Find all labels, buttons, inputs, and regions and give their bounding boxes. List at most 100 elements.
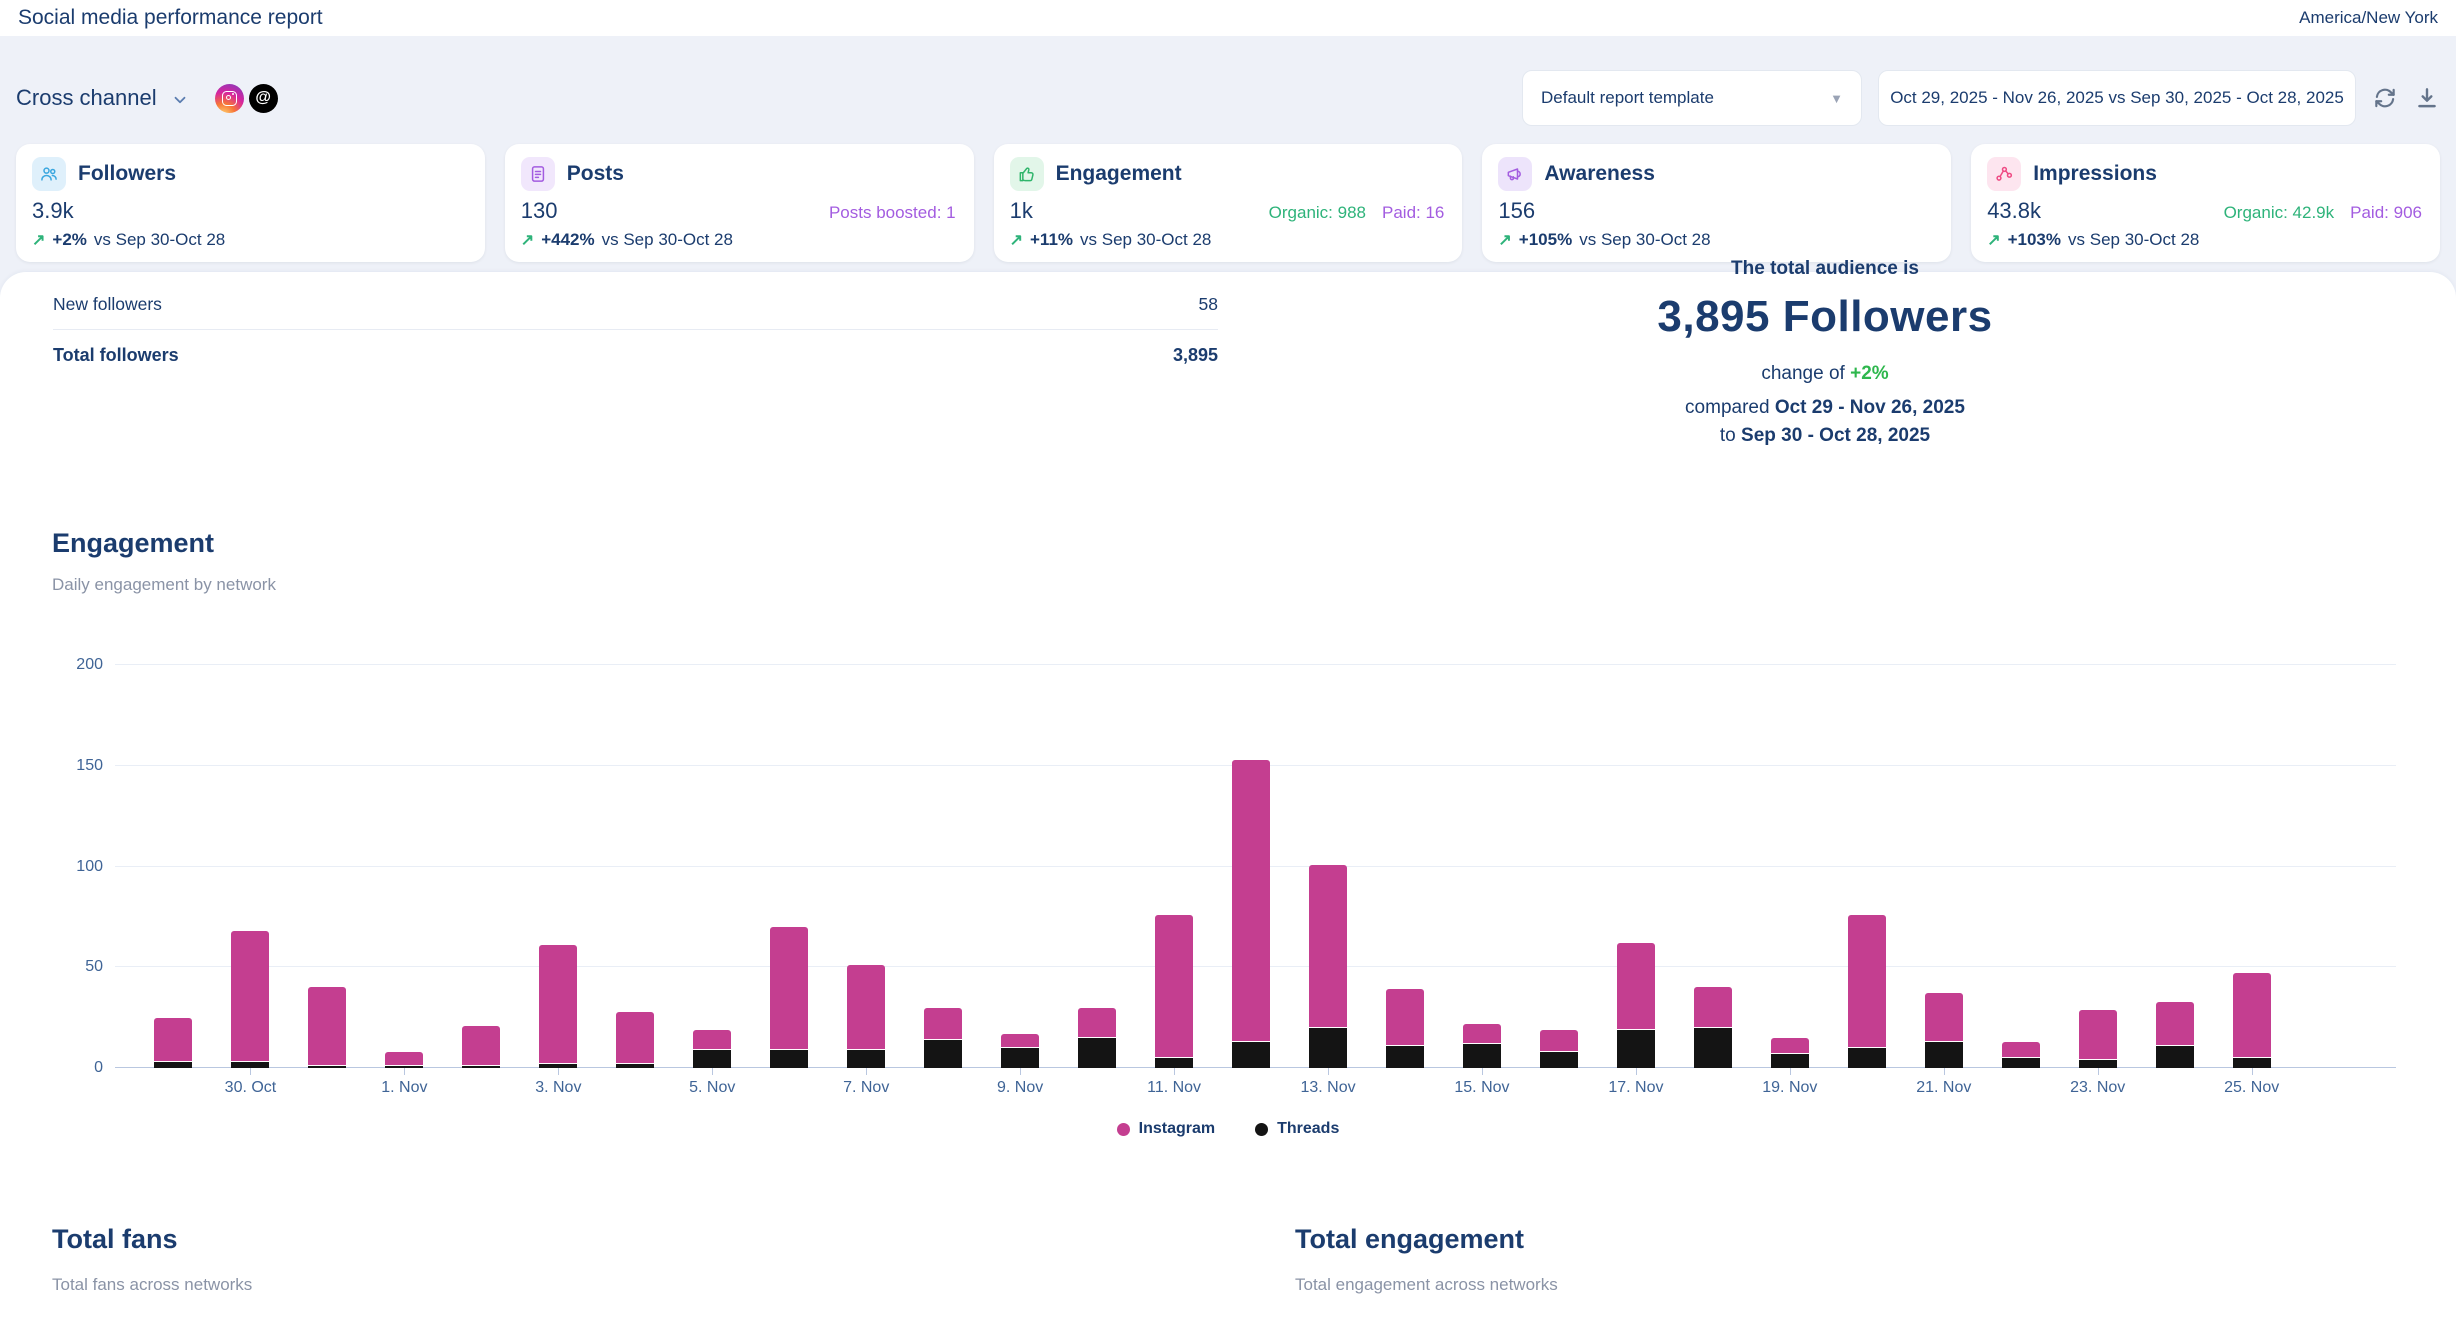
audience-compare-prefix: compared: [1685, 397, 1770, 418]
x-axis-tick-mark: [2252, 1068, 2253, 1075]
kpi-title: Impressions: [2033, 162, 2157, 186]
threads-bar-segment: [1155, 1058, 1193, 1068]
posts-icon: [521, 157, 555, 191]
total-engagement-title: Total engagement: [1295, 1224, 1558, 1255]
channel-selector[interactable]: Cross channel: [16, 85, 189, 111]
x-axis-tick-label: 23. Nov: [2070, 1079, 2125, 1097]
instagram-bar-segment: [1848, 915, 1886, 1048]
stacked-bar: [308, 987, 346, 1068]
instagram-bar-segment: [385, 1052, 423, 1066]
instagram-bar-segment: [308, 987, 346, 1066]
x-axis-tick-label: 13. Nov: [1300, 1079, 1355, 1097]
chart-bar-slot: 15. Nov: [1443, 665, 1520, 1068]
audience-compare-line: compared Oct 29 - Nov 26, 2025: [1565, 394, 2085, 422]
stacked-bar: [462, 1026, 500, 1068]
stacked-bar: [616, 1012, 654, 1068]
engagement-section-header: Engagement Daily engagement by network: [52, 528, 276, 595]
stacked-bar: [231, 931, 269, 1068]
threads-bar-segment: [2156, 1046, 2194, 1068]
chart-bar-slot: [597, 665, 674, 1068]
x-axis-tick-label: 1. Nov: [381, 1079, 427, 1097]
report-template-value: Default report template: [1541, 88, 1714, 108]
kpi-value: 130: [521, 198, 558, 224]
total-fans-subtitle: Total fans across networks: [52, 1275, 252, 1295]
trend-up-icon: ↗: [1498, 230, 1511, 250]
total-engagement-section: Total engagement Total engagement across…: [1295, 1224, 1558, 1295]
stacked-bar: [1463, 1024, 1501, 1068]
stacked-bar: [1386, 989, 1424, 1068]
stacked-bar: [847, 965, 885, 1068]
kpi-card-posts: Posts 130 Posts boosted: 1 ↗ +442% vs Se…: [505, 144, 974, 262]
instagram-bar-segment: [1617, 943, 1655, 1030]
chart-bar-slot: 5. Nov: [674, 665, 751, 1068]
x-axis-tick-mark: [1944, 1068, 1945, 1075]
instagram-bar-segment: [616, 1012, 654, 1064]
threads-bar-segment: [1001, 1048, 1039, 1068]
audience-to-prefix: to: [1720, 425, 1736, 446]
instagram-icon[interactable]: [215, 84, 244, 113]
stacked-bar: [1540, 1030, 1578, 1068]
y-axis-tick-label: 0: [53, 1059, 103, 1077]
instagram-bar-segment: [1386, 989, 1424, 1045]
paid-label: Paid: 906: [2350, 203, 2422, 223]
audience-intro: The total audience is: [1565, 258, 2085, 280]
threads-bar-segment: [2233, 1058, 2271, 1068]
legend-dot-threads: [1255, 1123, 1268, 1136]
refresh-icon: [2372, 85, 2398, 111]
channel-selector-label: Cross channel: [16, 85, 157, 111]
kpi-card-impressions: Impressions 43.8k Organic: 42.9k Paid: 9…: [1971, 144, 2440, 262]
x-axis-tick-label: 7. Nov: [843, 1079, 889, 1097]
x-axis-tick-mark: [1020, 1068, 1021, 1075]
stacked-bar: [1694, 987, 1732, 1068]
chart-bar-slot: 9. Nov: [982, 665, 1059, 1068]
download-button[interactable]: [2414, 85, 2440, 111]
threads-bar-segment: [1925, 1042, 1963, 1068]
threads-bar-segment: [1078, 1038, 1116, 1068]
engagement-icon: [1010, 157, 1044, 191]
stacked-bar: [770, 927, 808, 1068]
date-range-picker[interactable]: Oct 29, 2025 - Nov 26, 2025 vs Sep 30, 2…: [1878, 70, 2356, 126]
chart-bar-slot: 7. Nov: [828, 665, 905, 1068]
new-followers-value: 58: [1199, 294, 1218, 315]
y-axis-tick-label: 100: [53, 858, 103, 876]
chart-bar-slot: 3. Nov: [520, 665, 597, 1068]
stacked-bar: [1771, 1038, 1809, 1068]
dropdown-caret-icon: ▼: [1830, 91, 1843, 106]
stacked-bar: [1848, 915, 1886, 1068]
threads-icon[interactable]: @: [249, 84, 278, 113]
threads-bar-segment: [924, 1040, 962, 1068]
stacked-bar: [924, 1008, 962, 1068]
threads-bar-segment: [847, 1050, 885, 1068]
threads-bar-segment: [2002, 1058, 2040, 1068]
report-template-select[interactable]: Default report template ▼: [1522, 70, 1862, 126]
chart-bar-slot: 19. Nov: [1751, 665, 1828, 1068]
instagram-bar-segment: [1771, 1038, 1809, 1054]
chart-bar-slot: [2136, 665, 2213, 1068]
threads-bar-segment: [154, 1062, 192, 1068]
page-title: Social media performance report: [18, 6, 323, 30]
stacked-bar: [2002, 1042, 2040, 1068]
y-axis-tick-label: 150: [53, 757, 103, 775]
chart-bar-slot: [1213, 665, 1290, 1068]
x-axis-tick-label: 17. Nov: [1608, 1079, 1663, 1097]
audience-compare-to-line: to Sep 30 - Oct 28, 2025: [1565, 422, 2085, 450]
kpi-change: +2%: [52, 230, 87, 250]
instagram-bar-segment: [154, 1018, 192, 1062]
chart-bar-slot: 30. Oct: [212, 665, 289, 1068]
total-followers-value: 3,895: [1173, 345, 1218, 366]
legend-item-threads[interactable]: Threads: [1255, 1120, 1339, 1138]
trend-up-icon: ↗: [1010, 230, 1023, 250]
new-followers-label: New followers: [53, 294, 162, 315]
instagram-bar-segment: [2002, 1042, 2040, 1058]
chart-bar-slot: [1674, 665, 1751, 1068]
x-axis-tick-mark: [712, 1068, 713, 1075]
refresh-button[interactable]: [2372, 85, 2398, 111]
kpi-title: Engagement: [1056, 162, 1182, 186]
threads-bar-segment: [693, 1050, 731, 1068]
trend-up-icon: ↗: [1987, 230, 2000, 250]
audience-headline: 3,895 Followers: [1565, 292, 2085, 342]
legend-item-instagram[interactable]: Instagram: [1117, 1120, 1215, 1138]
total-followers-label: Total followers: [53, 345, 179, 366]
audience-change-prefix: change of: [1761, 363, 1844, 384]
top-header-bar: Social media performance report America/…: [0, 0, 2456, 36]
